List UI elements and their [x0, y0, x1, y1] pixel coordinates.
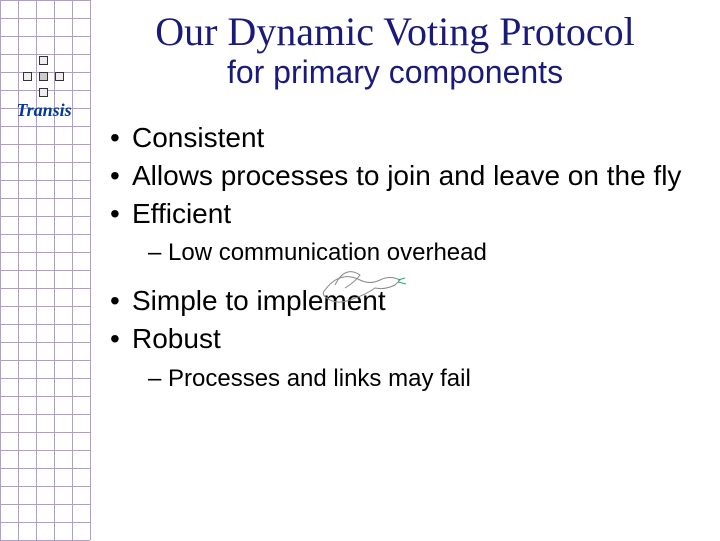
sub-bullet-item: Low communication overhead	[148, 236, 690, 270]
dove-icon	[310, 250, 410, 320]
logo-text: Transis	[4, 100, 84, 121]
bullet-item: Allows processes to join and leave on th…	[110, 157, 690, 195]
sub-bullet-item: Processes and links may fail	[148, 362, 690, 396]
bullet-item: Robust	[110, 320, 690, 358]
logo-cross-icon	[23, 56, 65, 98]
transis-logo: Transis	[4, 56, 84, 121]
slide-subtitle: for primary components	[100, 54, 690, 91]
bullet-item: Consistent	[110, 119, 690, 157]
bullet-item: Efficient	[110, 195, 690, 233]
slide-title: Our Dynamic Voting Protocol	[100, 10, 690, 54]
